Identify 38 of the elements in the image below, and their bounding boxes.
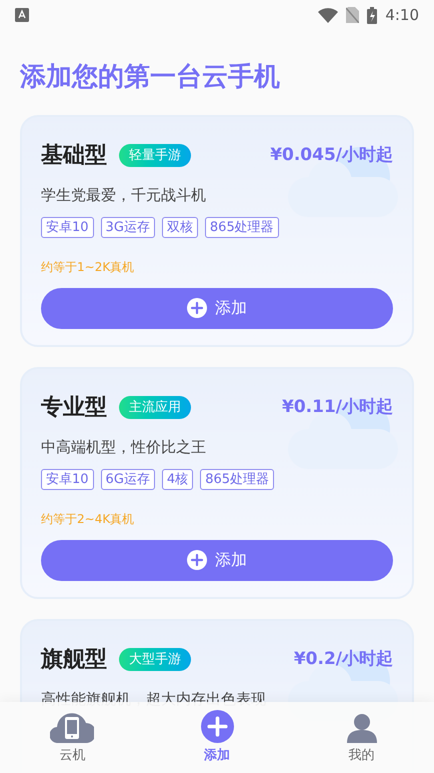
clock-time: 4:10 <box>385 4 419 26</box>
battery-icon <box>367 6 378 24</box>
plan-description: 中高端机型，性价比之王 <box>41 437 207 458</box>
spec-tag: 865处理器 <box>204 216 279 238</box>
nav-tab[interactable]: 添加 <box>144 710 290 773</box>
plan-price: ¥0.11/小时起 <box>282 396 393 419</box>
plus-icon <box>200 710 234 742</box>
plan-name: 专业型 <box>41 394 107 422</box>
equivalent-note: 约等于2~4K真机 <box>41 510 136 528</box>
spec-tag: 安卓10 <box>41 216 94 238</box>
keyboard-notification-icon <box>15 8 29 22</box>
spec-tag: 4核 <box>162 468 194 490</box>
plan-badge: 轻量手游 <box>119 144 191 168</box>
no-sim-icon <box>346 7 360 23</box>
plus-icon <box>187 298 207 318</box>
plan-price: ¥0.2/小时起 <box>294 648 393 671</box>
add-button[interactable]: 添加 <box>41 288 393 328</box>
spec-tag: 安卓10 <box>41 468 94 490</box>
user-icon <box>346 712 377 742</box>
spec-tag: 双核 <box>162 216 198 238</box>
plan-description: 学生党最爱，千元战斗机 <box>41 185 207 206</box>
cloud-phone-icon <box>50 710 94 742</box>
plus-icon <box>187 550 207 570</box>
nav-tab[interactable]: 我的 <box>289 712 434 773</box>
plan-badge: 主流应用 <box>119 396 191 420</box>
plan-name: 旗舰型 <box>41 646 107 674</box>
nav-tab[interactable]: 云机 <box>0 710 145 773</box>
equivalent-note: 约等于1~2K真机 <box>41 258 136 276</box>
add-button[interactable]: 添加 <box>41 540 393 580</box>
page-title: 添加您的第一台云手机 <box>18 61 281 94</box>
plan-badge: 大型手游 <box>119 648 191 672</box>
plan-price: ¥0.045/小时起 <box>270 144 393 167</box>
spec-tag: 6G运存 <box>100 468 155 490</box>
spec-tag: 865处理器 <box>200 468 274 490</box>
wifi-icon <box>318 8 338 22</box>
plan-name: 基础型 <box>41 142 107 170</box>
plan-description: 高性能旗舰机，超大内存出色表现 <box>41 689 267 710</box>
spec-tag: 3G运存 <box>100 216 155 238</box>
